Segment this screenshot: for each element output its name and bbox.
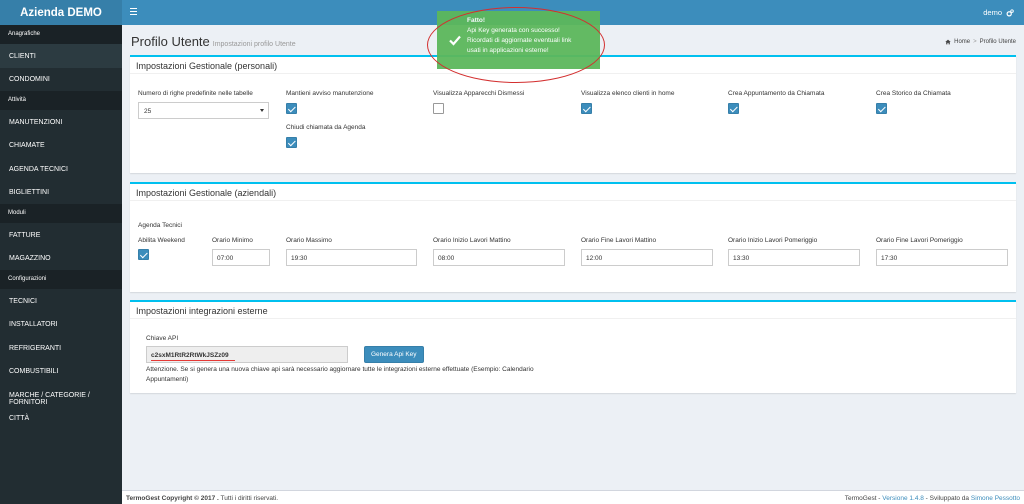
weekend-checkbox[interactable] [138,249,149,260]
company-settings-title: Impostazioni Gestionale (aziendali) [130,184,1016,201]
morning-end-input[interactable]: 12:00 [581,249,713,266]
sidebar-item-tecnici[interactable]: TECNICI [0,289,122,313]
sidebar-item-condomini[interactable]: CONDOMINI [0,68,122,92]
sidebar-item-marche[interactable]: MARCHE / CATEGORIE / FORNITORI [0,383,122,407]
toast-title: Fatto! [467,17,486,24]
morning-end-label: Orario Fine Lavori Mattino [581,237,657,244]
sidebar-item-clienti[interactable]: CLIENTI [0,44,122,68]
afternoon-start-label: Orario Inizio Lavori Pomeriggio [728,237,818,244]
page-title-text: Profilo Utente [131,34,210,49]
footer: TermoGest Copyright © 2017 . Tutti i dir… [122,490,1024,504]
sidebar-item-citta[interactable]: CITTÀ [0,407,122,431]
keep-maintenance-label: Mantieni avviso manutenzione [286,90,374,97]
max-time-label: Orario Massimo [286,237,332,244]
api-key-label: Chiave API [146,335,179,342]
sidebar-item-manutenzioni[interactable]: MANUTENZIONI [0,110,122,134]
sidebar-item-bigliettini[interactable]: BIGLIETTINI [0,181,122,205]
footer-product: TermoGest - [844,495,881,502]
create-appointment-checkbox[interactable] [728,103,739,114]
user-name: demo [983,8,1002,17]
check-icon [449,35,461,46]
api-key-warning-line1: Attenzione. Se si genera una nuova chiav… [146,366,534,373]
sidebar-item-agenda-tecnici[interactable]: AGENDA TECNICI [0,157,122,181]
max-time-input[interactable]: 19:30 [286,249,417,266]
footer-version: TermoGest - Versione 1.4.8 - Sviluppato … [845,495,1020,502]
min-time-label: Orario Minimo [212,237,253,244]
toast-line1: Api Key generata con successo! [467,27,560,34]
close-call-label: Chiudi chiamata da Agenda [286,124,366,131]
caret-down-icon [260,109,264,112]
success-toast[interactable]: Fatto! Api Key generata con successo! Ri… [437,11,600,69]
create-history-checkbox[interactable] [876,103,887,114]
toast-text: Fatto! Api Key generata con successo! Ri… [467,16,593,56]
toast-line3: usati in applicazioni esterne! [467,47,549,54]
show-clients-home-label: Visualizza elenco clienti in home [581,90,675,97]
home-icon [945,39,951,45]
sidebar-header-moduli: Moduli [0,204,122,223]
footer-rights: Tutti i diritti riservati. [220,495,279,502]
rows-per-table-label: Numero di righe predefinite nelle tabell… [138,90,253,97]
developer-link[interactable]: Simone Pessotto [971,495,1020,502]
min-time-input[interactable]: 07:00 [212,249,270,266]
page-title: Profilo Utente Impostazioni profilo Utent… [131,34,296,49]
company-settings-box: Impostazioni Gestionale (aziendali) Agen… [130,182,1016,292]
afternoon-start-input[interactable]: 13:30 [728,249,860,266]
breadcrumb-current: Profilo Utente [979,39,1016,45]
sidebar-item-chiamate[interactable]: CHIAMATE [0,134,122,158]
afternoon-end-label: Orario Fine Lavori Pomeriggio [876,237,963,244]
user-menu[interactable]: demo [983,8,1014,17]
sidebar-header-attivita: Attività [0,91,122,110]
integrations-box: Impostazioni integrazioni esterne Chiave… [130,300,1016,393]
morning-start-label: Orario Inizio Lavori Mattino [433,237,511,244]
rows-per-table-value: 25 [144,108,152,115]
integrations-title: Impostazioni integrazioni esterne [130,302,1016,319]
show-clients-home-checkbox[interactable] [581,103,592,114]
sidebar: Anagrafiche CLIENTI CONDOMINI Attività M… [0,25,122,504]
personal-settings-box: Impostazioni Gestionale (personali) Nume… [130,55,1016,173]
create-appointment-label: Crea Appuntamento da Chiamata [728,90,825,97]
sidebar-header-anagrafiche: Anagrafiche [0,25,122,44]
app-logo[interactable]: Azienda DEMO [0,0,122,25]
footer-copyright-text: TermoGest Copyright © 2017 . [126,495,219,502]
api-key-warning: Attenzione. Se si genera una nuova chiav… [146,365,534,385]
menu-toggle-icon[interactable] [130,7,137,16]
morning-start-input[interactable]: 08:00 [433,249,565,266]
breadcrumb-separator: > [973,39,977,45]
version-link[interactable]: Versione 1.4.8 [882,495,924,502]
sidebar-item-combustibili[interactable]: COMBUSTIBILI [0,360,122,384]
api-key-value: c2sxM1RtR2RtWkJSZz09 [151,352,229,359]
agenda-tecnici-subheader: Agenda Tecnici [138,222,182,229]
breadcrumb-home[interactable]: Home [954,39,970,45]
generate-api-key-button[interactable]: Genera Api Key [364,346,424,363]
api-key-warning-line2: Appuntamenti) [146,376,189,383]
show-dismissed-label: Visualizza Apparecchi Dismessi [433,90,525,97]
api-key-input[interactable]: c2sxM1RtR2RtWkJSZz09 [146,346,348,363]
page-subtitle: Impostazioni profilo Utente [212,41,296,48]
breadcrumb: Home > Profilo Utente [945,39,1016,45]
sidebar-item-refrigeranti[interactable]: REFRIGERANTI [0,336,122,360]
api-key-underline [151,360,235,361]
sidebar-header-configurazioni: Configurazioni [0,270,122,289]
footer-copyright: TermoGest Copyright © 2017 . Tutti i dir… [126,495,278,502]
sidebar-item-fatture[interactable]: FATTURE [0,223,122,247]
keep-maintenance-checkbox[interactable] [286,103,297,114]
show-dismissed-checkbox[interactable] [433,103,444,114]
weekend-label: Abilita Weekend [138,237,185,244]
main-content: Profilo Utente Impostazioni profilo Utent… [122,25,1024,490]
gears-icon [1006,8,1014,16]
close-call-checkbox[interactable] [286,137,297,148]
toast-line2: Ricordati di aggiornate eventuali link [467,37,572,44]
sidebar-item-installatori[interactable]: INSTALLATORI [0,313,122,337]
rows-per-table-select[interactable]: 25 [138,102,269,119]
sidebar-item-magazzino[interactable]: MAGAZZINO [0,247,122,271]
afternoon-end-input[interactable]: 17:30 [876,249,1008,266]
create-history-label: Crea Storico da Chiamata [876,90,951,97]
footer-dev-prefix: - Sviluppato da [925,495,970,502]
